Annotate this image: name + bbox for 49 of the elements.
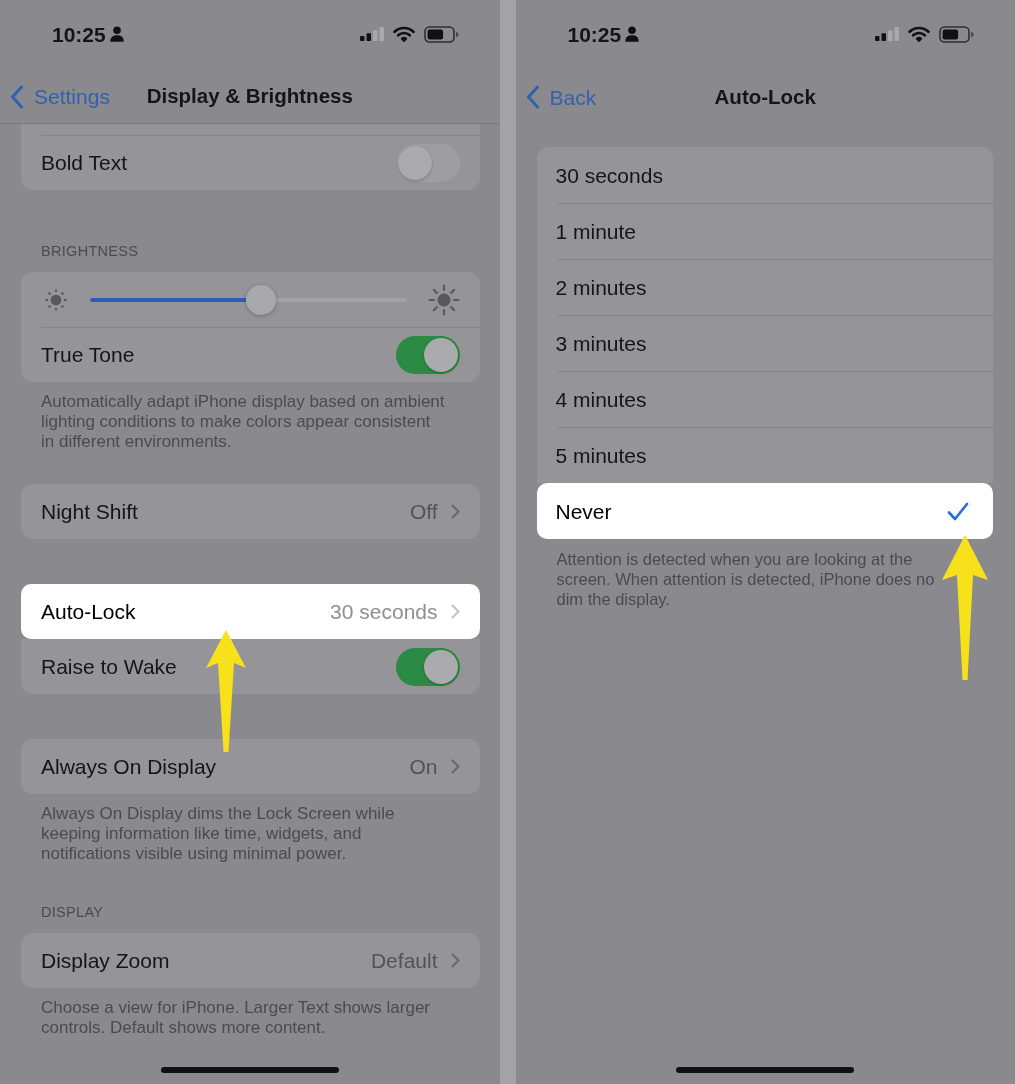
settings-row[interactable]: Display Zoom Default xyxy=(21,933,480,988)
option-row[interactable]: 30 seconds xyxy=(536,147,993,203)
option-row[interactable]: 1 minute xyxy=(536,203,993,259)
row-label: Raise to Wake xyxy=(41,656,177,677)
option-row[interactable]: 2 minutes xyxy=(536,259,993,315)
checkmark-icon xyxy=(947,501,969,521)
battery-icon xyxy=(939,25,974,43)
section-footer: Always On Display dims the Lock Screen while keeping information like time, widgets, and notifications visible using minimal power. xyxy=(21,794,395,864)
toggle-switch[interactable] xyxy=(395,143,460,182)
toggle-switch[interactable] xyxy=(395,647,460,686)
person-icon xyxy=(109,26,124,42)
option-row[interactable]: 3 minutes xyxy=(536,315,993,371)
section-footer: Automatically adapt iPhone display based on ambient lighting conditions to make colors appear consistent in different environments. xyxy=(21,382,445,452)
signal-icon xyxy=(875,27,899,41)
row-value: Off xyxy=(409,501,438,522)
section-header: DISPLAY xyxy=(40,903,105,922)
sun-icon xyxy=(427,283,460,316)
status-time: 10:25 xyxy=(567,23,622,45)
sun-icon xyxy=(45,288,67,311)
option-row[interactable]: 5 minutes xyxy=(536,427,993,483)
screen-title: Auto-Lock xyxy=(714,86,816,108)
row-label: True Tone xyxy=(41,344,135,365)
chevron-icon xyxy=(450,759,460,774)
settings-row[interactable]: Auto-Lock 30 seconds xyxy=(21,584,480,639)
section-footer: Choose a view for iPhone. Larger Text shows larger controls. Default shows more content. xyxy=(21,988,430,1038)
row-value: 30 seconds xyxy=(330,601,438,622)
row-value: Default xyxy=(370,950,438,971)
status-time: 10:25 xyxy=(52,23,106,45)
wifi-icon xyxy=(392,26,415,42)
screen-title: Display & Brightness xyxy=(146,86,353,107)
chevron-icon xyxy=(450,604,460,619)
settings-row[interactable]: Night Shift Off xyxy=(21,484,480,539)
toggle-switch[interactable] xyxy=(395,335,460,374)
settings-row[interactable]: Always On Display On xyxy=(21,739,480,794)
chevron-icon xyxy=(525,85,540,109)
row-value: On xyxy=(409,756,438,777)
chevron-icon xyxy=(450,953,460,968)
chevron-icon xyxy=(450,504,460,519)
wifi-icon xyxy=(908,26,930,42)
section-footer: Attention is detected when you are looking at the screen. When attention is detected, iPhone does no dim the display. xyxy=(536,539,935,609)
slider-thumb[interactable] xyxy=(245,284,276,315)
signal-icon xyxy=(359,27,384,41)
chevron-icon xyxy=(10,84,24,109)
option-row[interactable]: 4 minutes xyxy=(536,371,993,427)
person-icon xyxy=(625,26,640,42)
section-header: BRIGHTNESS xyxy=(40,242,140,261)
battery-icon xyxy=(423,25,459,43)
row-label: Bold Text xyxy=(41,152,127,173)
option-row[interactable]: Never xyxy=(536,483,993,539)
